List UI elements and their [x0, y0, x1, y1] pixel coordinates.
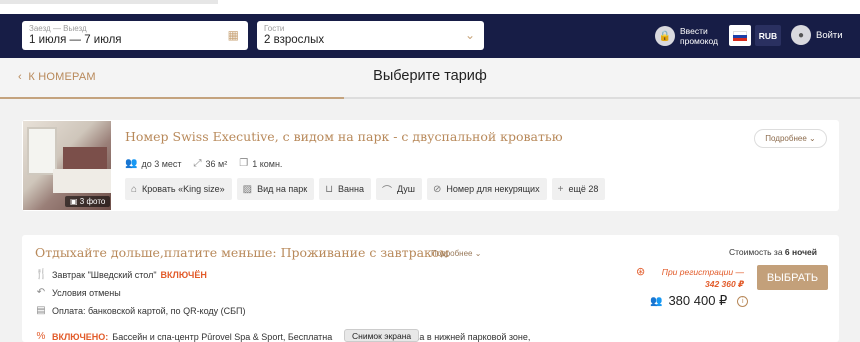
guests-icon: 👥 — [125, 158, 138, 169]
breakfast-row: 🍴 Завтрак "Шведский стол" ВКЛЮЧЁН — [35, 269, 207, 280]
breakfast-label: Завтрак "Шведский стол" — [52, 269, 157, 280]
bathtub-icon: ⊔ — [325, 183, 333, 195]
photo-bed — [53, 169, 111, 193]
room-stats: 👥 до 3 мест ⤢ 36 м² ❐ 1 комн. — [125, 158, 294, 169]
site-header: Заезд — Выезд 1 июля — 7 июля ▦ Гости 2 … — [0, 14, 860, 58]
select-rate-button[interactable]: ВЫБРАТЬ — [757, 265, 828, 290]
amenity-chip: ⌂ Кровать «King size» — [125, 178, 232, 200]
photo-count-badge: ▣ 3 фото — [65, 196, 111, 207]
area-stat: ⤢ 36 м² — [194, 158, 228, 169]
rate-more-label: Подробнее — [431, 249, 473, 258]
amenity-label: ещё 28 — [568, 184, 599, 194]
capacity-value: до 3 мест — [141, 158, 182, 169]
cost-nights: 6 ночей — [784, 247, 818, 257]
reg-price: 342 360 ₽ — [704, 279, 744, 289]
chevron-down-icon: ⌄ — [474, 249, 482, 258]
step-progress-bar — [0, 97, 860, 99]
amenity-label: Душ — [396, 184, 415, 194]
amenity-label: Номер для некурящих — [446, 184, 540, 194]
screenshot-tooltip: Снимок экрана — [344, 329, 420, 342]
room-title[interactable]: Номер Swiss Executive, с видом на парк -… — [125, 129, 563, 144]
dates-value: 1 июля — 7 июля — [29, 34, 122, 46]
image-icon: ▣ — [70, 197, 78, 206]
rooms-stat: ❐ 1 комн. — [239, 158, 282, 169]
cancellation-row[interactable]: ↶ Условия отмены — [35, 287, 121, 298]
amenity-chip: ⌒ Душ — [375, 178, 422, 200]
stay-cost: Стоимость за 6 ночей — [729, 247, 817, 257]
guests-value: 2 взрослых — [264, 34, 325, 46]
payment-label: Оплата: банковской картой, по QR-коду (С… — [52, 305, 246, 316]
user-avatar-icon: ● — [791, 25, 811, 45]
promo-code-button[interactable]: 🔒 Ввести промокод — [655, 23, 728, 49]
guests-pair-icon: 👥 — [650, 295, 663, 307]
bed-icon: ⌂ — [131, 183, 138, 195]
photo-count: 3 фото — [79, 197, 106, 206]
amenity-chip: ▨ Вид на парк — [236, 178, 315, 200]
amenity-label: Ванна — [338, 184, 364, 194]
breakfast-status: ВКЛЮЧЁН — [160, 269, 207, 280]
wallet-icon: ▤ — [36, 305, 46, 316]
rooms-icon: ❐ — [239, 158, 249, 169]
rate-more-link[interactable]: Подробнее ⌄ — [431, 249, 481, 258]
amenity-label: Вид на парк — [257, 184, 308, 194]
rate-title: Отдыхайте дольше,платите меньше: Прожива… — [35, 245, 450, 260]
chevron-down-icon: ⌄ — [809, 134, 816, 143]
park-view-icon: ▨ — [242, 183, 253, 195]
plus-icon: + — [557, 183, 564, 195]
amenities-list: ⌂ Кровать «King size» ▨ Вид на парк ⊔ Ванна… — [125, 178, 610, 200]
top-tab-edge — [0, 0, 218, 4]
undo-arrow-icon: ↶ — [36, 287, 46, 298]
lock-icon: 🔒 — [655, 26, 675, 46]
price-row: 👥 380 400 ₽ i — [650, 293, 749, 309]
dates-label: Заезд — Выезд — [29, 24, 87, 33]
room-more-label: Подробнее — [765, 134, 807, 143]
rooms-value: 1 комн. — [252, 158, 283, 169]
payment-row: ▤ Оплата: банковской картой, по QR-коду … — [35, 305, 246, 316]
amenity-label: Кровать «King size» — [142, 184, 225, 194]
step-progress-fill — [0, 97, 344, 99]
included-tail: ка в нижней парковой зоне, — [415, 331, 531, 342]
guests-field[interactable]: Гости 2 взрослых ⌄ — [257, 21, 484, 50]
fork-knife-icon: 🍴 — [35, 269, 48, 280]
calendar-icon: ▦ — [227, 28, 239, 42]
login-button[interactable]: ● Войти — [791, 25, 843, 45]
russia-flag-icon — [733, 30, 747, 41]
login-label: Войти — [816, 29, 843, 41]
registration-price: При регистрации — 342 360 ₽ — [644, 266, 744, 290]
cost-prefix: Стоимость за — [729, 247, 783, 257]
more-amenities-chip[interactable]: + ещё 28 — [551, 178, 606, 200]
area-icon: ⤢ — [193, 158, 202, 169]
promo-label: Ввести промокод — [680, 26, 718, 46]
area-value: 36 м² — [205, 158, 228, 169]
dates-field[interactable]: Заезд — Выезд 1 июля — 7 июля ▦ — [22, 21, 248, 50]
cancellation-label: Условия отмены — [52, 287, 121, 298]
price-amount: 380 400 ₽ — [668, 293, 728, 308]
reg-label: При регистрации — — [661, 267, 744, 277]
included-row: % ВКЛЮЧЕНО: Бассейн и спа-центр Pūrovel … — [35, 331, 531, 342]
photo-window — [27, 127, 57, 175]
room-more-button[interactable]: Подробнее ⌄ — [754, 129, 827, 148]
step-navbar: ‹ К НОМЕРАМ Выберите тариф — [0, 58, 860, 99]
chevron-down-icon: ⌄ — [464, 28, 475, 42]
photo-headboard — [63, 147, 107, 171]
language-button[interactable] — [729, 25, 751, 46]
amenity-chip: ⊘ Номер для некурящих — [426, 178, 547, 200]
no-smoking-icon: ⊘ — [432, 183, 442, 195]
included-prefix: ВКЛЮЧЕНО: — [52, 331, 109, 342]
currency-button[interactable]: RUB — [755, 25, 781, 46]
included-text: Бассейн и спа-центр Pūrovel Spa & Sport,… — [112, 331, 333, 342]
percent-icon: % — [36, 331, 46, 342]
room-card: ▣ 3 фото Номер Swiss Executive, с видом … — [22, 120, 839, 211]
page-title: Выберите тариф — [373, 68, 487, 84]
rate-card: Отдыхайте дольше,платите меньше: Прожива… — [22, 235, 839, 342]
info-icon[interactable]: i — [737, 295, 749, 307]
room-photo[interactable]: ▣ 3 фото — [23, 121, 111, 210]
amenity-chip: ⊔ Ванна — [319, 178, 371, 200]
capacity-stat: 👥 до 3 мест — [125, 158, 182, 169]
browser-top-strip — [0, 0, 860, 14]
shower-icon: ⌒ — [381, 185, 392, 197]
guests-label: Гости — [264, 24, 285, 33]
